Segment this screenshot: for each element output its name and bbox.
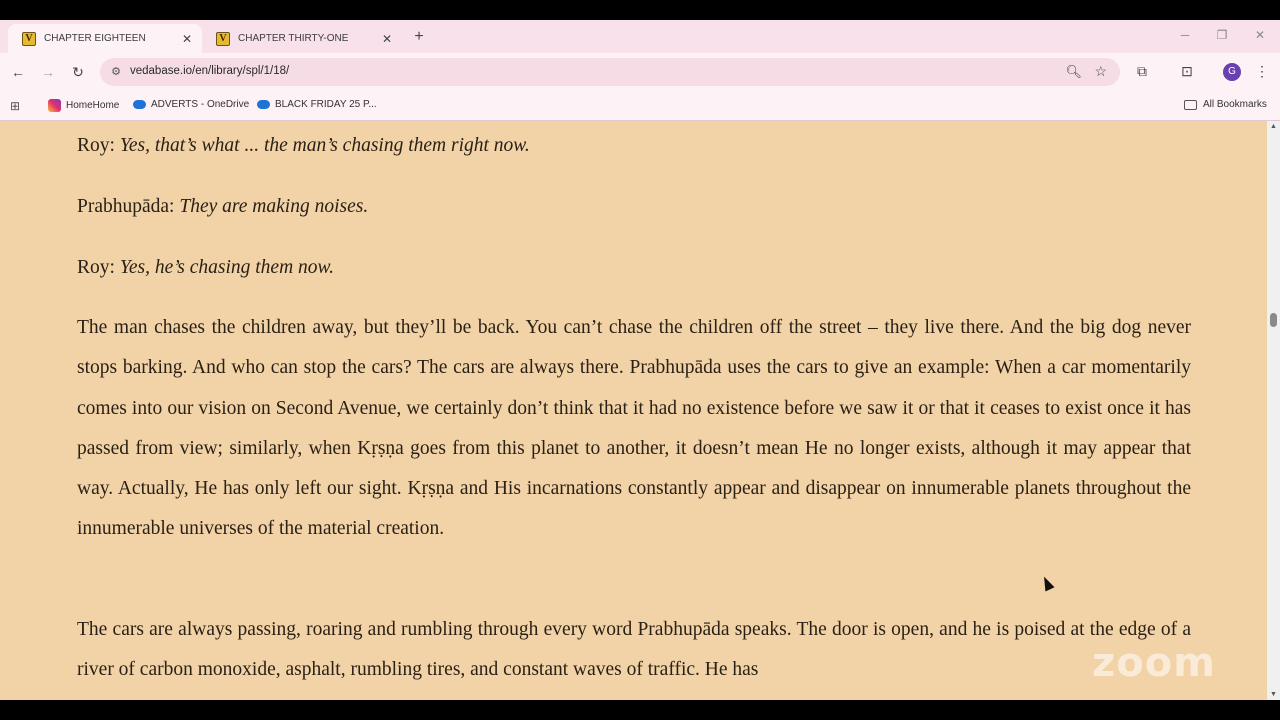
- bookmark-adverts-onedrive[interactable]: ADVERTS - OneDrive: [133, 99, 249, 110]
- window-close-icon[interactable]: ✕: [1250, 28, 1270, 42]
- bookmark-label: ADVERTS - OneDrive: [151, 99, 250, 110]
- all-bookmarks-button[interactable]: All Bookmarks: [1184, 99, 1267, 110]
- browser-toolbar: ← → ↻ ⚙ vedabase.io/en/library/spl/1/18/…: [0, 53, 1280, 91]
- reload-icon[interactable]: ↻: [68, 62, 88, 82]
- bookmark-black-friday[interactable]: BLACK FRIDAY 25 P...: [257, 99, 377, 110]
- speaker-label: Roy:: [77, 257, 120, 278]
- kebab-menu-icon[interactable]: ⋮: [1253, 63, 1271, 80]
- zoom-watermark: zoom: [1092, 640, 1216, 686]
- profile-avatar[interactable]: G: [1223, 63, 1241, 81]
- vedabase-favicon-icon: V: [216, 31, 230, 46]
- back-arrow-icon[interactable]: ←: [8, 62, 28, 82]
- vertical-scrollbar[interactable]: ▲ ▼: [1267, 121, 1280, 700]
- apps-grid-icon[interactable]: ⊞: [10, 99, 20, 113]
- scroll-down-arrow-icon[interactable]: ▼: [1270, 691, 1277, 698]
- dialogue-text: They are making noises.: [179, 196, 369, 217]
- page-content: Roy: Yes, that’s what ... the man’s chas…: [0, 121, 1267, 700]
- speaker-label: Roy:: [77, 135, 120, 156]
- dialogue-line-roy: Roy: Yes, he’s chasing them now.: [77, 248, 1191, 288]
- bookmark-label: HomeHome: [66, 100, 120, 111]
- tab-strip: V CHAPTER EIGHTEEN ✕ V CHAPTER THIRTY-ON…: [0, 20, 1280, 53]
- extensions-puzzle-icon[interactable]: ⧉: [1133, 63, 1151, 80]
- dialogue-text: Yes, he’s chasing them now.: [119, 257, 334, 278]
- dialogue-line-prabhupada: Prabhupāda: They are making noises.: [77, 187, 1191, 227]
- cast-search-icon[interactable]: ⊡: [1178, 63, 1196, 80]
- close-icon[interactable]: ✕: [380, 32, 394, 46]
- tab-title: CHAPTER EIGHTEEN: [44, 33, 146, 44]
- bookmark-homehome[interactable]: HomeHome: [48, 99, 119, 112]
- tab-chapter-eighteen[interactable]: V CHAPTER EIGHTEEN ✕: [8, 24, 202, 53]
- speaker-label: Prabhupāda:: [77, 196, 180, 217]
- browser-window: V CHAPTER EIGHTEEN ✕ V CHAPTER THIRTY-ON…: [0, 20, 1280, 700]
- bookmark-label: BLACK FRIDAY 25 P...: [275, 99, 377, 110]
- restore-icon[interactable]: ❐: [1212, 28, 1232, 42]
- instagram-icon: [48, 99, 61, 112]
- zoom-magnifier-icon[interactable]: 🔍︎: [1065, 64, 1082, 80]
- folder-icon: [1184, 99, 1197, 110]
- url-text[interactable]: vedabase.io/en/library/spl/1/18/: [130, 65, 289, 77]
- bookmark-star-icon[interactable]: ☆: [1094, 63, 1107, 80]
- dialogue-line-roy: Roy: Yes, that’s what ... the man’s chas…: [77, 126, 1191, 166]
- onedrive-icon: [133, 100, 146, 109]
- scrollbar-thumb[interactable]: [1270, 313, 1277, 327]
- forward-arrow-icon[interactable]: →: [38, 62, 58, 82]
- tab-chapter-thirty-one[interactable]: V CHAPTER THIRTY-ONE ✕: [202, 24, 402, 53]
- new-tab-plus-icon[interactable]: +: [410, 28, 428, 46]
- scroll-up-arrow-icon[interactable]: ▲: [1270, 123, 1277, 130]
- narrative-paragraph: The cars are always passing, roaring and…: [77, 619, 1191, 681]
- address-bar[interactable]: ⚙ vedabase.io/en/library/spl/1/18/ 🔍︎ ☆: [100, 58, 1120, 86]
- all-bookmarks-label: All Bookmarks: [1203, 99, 1267, 110]
- onedrive-icon: [257, 100, 270, 109]
- bookmarks-bar: ⊞ HomeHome ADVERTS - OneDrive BLACK FRID…: [0, 91, 1280, 121]
- screen-frame: V CHAPTER EIGHTEEN ✕ V CHAPTER THIRTY-ON…: [0, 0, 1280, 720]
- minimize-icon[interactable]: ─: [1175, 28, 1195, 42]
- close-icon[interactable]: ✕: [180, 32, 194, 46]
- narrative-paragraph: The man chases the children away, but th…: [77, 317, 1191, 540]
- vedabase-favicon-icon: V: [22, 31, 36, 46]
- site-settings-icon[interactable]: ⚙: [109, 65, 123, 79]
- dialogue-text: Yes, that’s what ... the man’s chasing t…: [119, 135, 530, 156]
- tab-title: CHAPTER THIRTY-ONE: [238, 33, 349, 44]
